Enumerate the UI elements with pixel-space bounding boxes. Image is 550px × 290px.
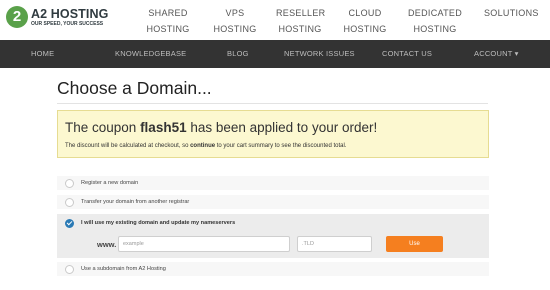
topnav-label: DEDICATED: [408, 8, 463, 18]
coupon-message: The coupon flash51 has been applied to y…: [65, 120, 377, 135]
nav-network-issues[interactable]: NETWORK ISSUES: [284, 40, 355, 68]
nav-contact-us[interactable]: CONTACT US: [382, 40, 432, 68]
topnav-vps-hosting[interactable]: VPS HOSTING: [213, 6, 257, 37]
option-label: Transfer your domain from another regist…: [81, 199, 190, 205]
nav-account-dropdown[interactable]: ACCOUNT ▾: [474, 40, 519, 68]
topnav-label: VPS: [225, 8, 245, 18]
use-domain-button[interactable]: Use: [386, 236, 443, 252]
topnav-label: HOSTING: [146, 23, 190, 34]
coupon-message-suffix: has been applied to your order!: [186, 120, 378, 135]
coupon-applied-banner: The coupon flash51 has been applied to y…: [57, 110, 489, 158]
domain-name-input[interactable]: example: [118, 236, 290, 252]
title-divider: [57, 103, 488, 104]
page-title: Choose a Domain...: [57, 78, 212, 98]
option-label: I will use my existing domain and update…: [81, 220, 236, 226]
coupon-note: The discount will be calculated at check…: [65, 143, 346, 149]
coupon-note-prefix: The discount will be calculated at check…: [65, 143, 191, 149]
topnav-label: CLOUD: [348, 8, 382, 18]
coupon-code: flash51: [140, 120, 187, 135]
tld-placeholder: .TLD: [302, 241, 314, 247]
topnav-dedicated-hosting[interactable]: DEDICATED HOSTING: [408, 6, 462, 37]
nav-knowledgebase[interactable]: KNOWLEDGEBASE: [115, 40, 186, 68]
main-nav-bar: HOME KNOWLEDGEBASE BLOG NETWORK ISSUES C…: [0, 40, 550, 68]
brand-logo[interactable]: 2 A2 HOSTING OUR SPEED, YOUR SUCCESS: [6, 6, 109, 32]
option-label: Use a subdomain from A2 Hosting: [81, 266, 166, 272]
option-transfer-domain[interactable]: Transfer your domain from another regist…: [57, 195, 489, 210]
radio-transfer-domain[interactable]: [65, 198, 74, 207]
topnav-label: HOSTING: [343, 23, 387, 34]
brand-tagline: OUR SPEED, YOUR SUCCESS: [31, 21, 104, 27]
radio-register-domain[interactable]: [65, 179, 74, 188]
topnav-label: SOLUTIONS: [484, 8, 539, 18]
coupon-note-continue: continue: [190, 143, 216, 149]
topnav-label: RESELLER: [276, 8, 326, 18]
domain-name-placeholder: example: [123, 241, 144, 247]
topnav-label: HOSTING: [278, 23, 322, 34]
option-subdomain[interactable]: Use a subdomain from A2 Hosting: [57, 262, 489, 277]
radio-existing-domain[interactable]: [65, 219, 74, 228]
nav-home[interactable]: HOME: [31, 40, 54, 68]
radio-subdomain[interactable]: [65, 265, 74, 274]
option-label: Register a new domain: [81, 180, 139, 186]
coupon-message-prefix: The coupon: [65, 120, 141, 135]
topnav-label: HOSTING: [413, 23, 457, 34]
topnav-solutions[interactable]: SOLUTIONS: [484, 6, 539, 22]
brand-name: A2 HOSTING: [31, 7, 109, 21]
topnav-cloud-hosting[interactable]: CLOUD HOSTING: [343, 6, 387, 37]
topnav-shared-hosting[interactable]: SHARED HOSTING: [146, 6, 190, 37]
topnav-label: SHARED: [148, 8, 188, 18]
topnav-label: HOSTING: [213, 23, 257, 34]
www-prefix-label: www.: [97, 240, 117, 249]
nav-blog[interactable]: BLOG: [227, 40, 249, 68]
option-register-domain[interactable]: Register a new domain: [57, 176, 489, 191]
coupon-note-suffix: to your cart summary to see the discount…: [215, 143, 347, 149]
topnav-reseller-hosting[interactable]: RESELLER HOSTING: [276, 6, 326, 37]
a2-logo-icon: 2: [6, 6, 28, 28]
tld-input[interactable]: .TLD: [297, 236, 372, 252]
top-header: 2 A2 HOSTING OUR SPEED, YOUR SUCCESS SHA…: [0, 0, 550, 40]
